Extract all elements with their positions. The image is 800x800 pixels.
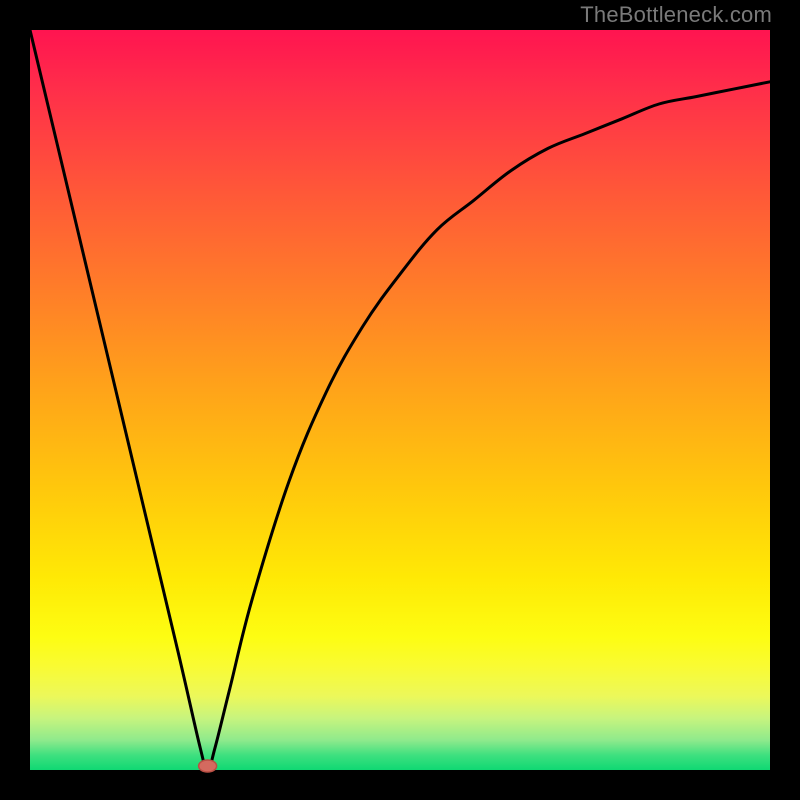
plot-area [30, 30, 770, 770]
bottleneck-curve [30, 30, 770, 770]
watermark-text: TheBottleneck.com [580, 2, 772, 28]
curve-layer [30, 30, 770, 770]
minimum-marker [199, 760, 217, 772]
chart-frame: TheBottleneck.com [0, 0, 800, 800]
